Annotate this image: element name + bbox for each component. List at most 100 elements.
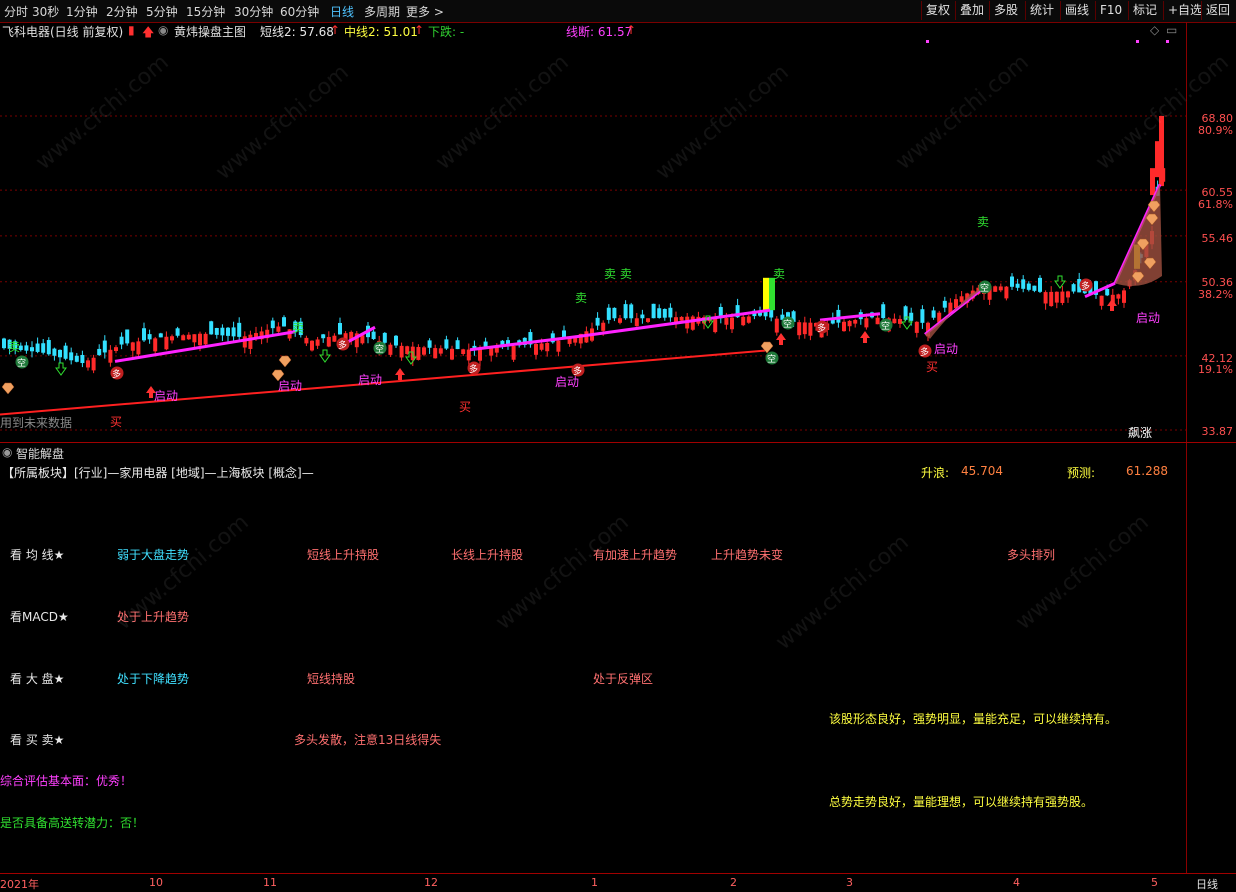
candle-body: [853, 320, 858, 324]
candle-body: [63, 345, 68, 359]
back-button[interactable]: 返回: [1201, 1, 1234, 20]
candle-body: [186, 334, 191, 340]
candle-body: [1159, 116, 1164, 187]
sell-signal-label: 卖 卖: [604, 267, 632, 281]
trade-signal: 多头发散，注意13日线得失: [294, 733, 442, 747]
buy-signal-label: 买: [926, 360, 938, 374]
candle-body: [931, 310, 936, 318]
candle-body: [270, 320, 275, 329]
ma-signal: 多头排列: [1007, 548, 1056, 562]
multi-stock-button[interactable]: 多股: [989, 1, 1022, 20]
trend-band: [1115, 184, 1162, 287]
candle-body: [450, 348, 454, 360]
stock-title[interactable]: 飞科电器(日线 前复权): [2, 23, 123, 40]
mid-line-up-icon: ↑: [414, 23, 425, 37]
f10-button[interactable]: F10: [1095, 1, 1126, 20]
candle-body: [1060, 291, 1065, 303]
candle-body: [1021, 279, 1026, 289]
row-label-macd: 看MACD★: [10, 610, 69, 624]
candle-body: [1032, 285, 1037, 291]
candle-body: [130, 342, 135, 351]
price-tick: 33.87: [1201, 425, 1234, 438]
panel-toggle-icon[interactable]: ◉: [2, 445, 12, 459]
restore-rights-button[interactable]: 复权: [921, 1, 954, 20]
mark-button[interactable]: 标记: [1128, 1, 1161, 20]
gem-icon: [1, 382, 15, 395]
sell-signal-label: 卖: [8, 340, 20, 354]
candle-body: [388, 344, 393, 355]
overlay-button[interactable]: 叠加: [955, 1, 988, 20]
bull-badge-text: 多: [573, 365, 582, 377]
sell-signal-label: 卖: [773, 267, 785, 281]
candle-body: [231, 327, 236, 337]
candle-body: [438, 348, 443, 354]
period-tab-60min[interactable]: 60分钟: [280, 3, 319, 20]
indicator-toggle-icon[interactable]: ◉: [158, 23, 168, 37]
period-tab-multi[interactable]: 多周期: [364, 3, 400, 20]
launch-signal-label: 启动: [154, 389, 178, 403]
bull-badge-text: 多: [112, 368, 121, 380]
candle-body: [86, 360, 90, 368]
candle-body: [1004, 286, 1009, 299]
candle-body: [455, 340, 460, 350]
candle-body: [422, 347, 426, 355]
period-tab-more[interactable]: 更多 >: [406, 3, 444, 20]
marker-dot: [926, 40, 929, 43]
sell-signal-label: 卖: [977, 215, 989, 229]
candle-body: [52, 348, 57, 356]
candle-body: [898, 319, 902, 324]
candle-body: [181, 335, 186, 341]
period-tab-30min[interactable]: 30分钟: [234, 3, 273, 20]
line-break-value: 线断: 61.57: [566, 25, 633, 39]
period-indicator: 日线: [1196, 878, 1218, 891]
candle-body: [158, 333, 163, 338]
candle-body: [1099, 295, 1104, 306]
candle-body: [382, 332, 387, 343]
period-tab-2min[interactable]: 2分钟: [106, 3, 138, 20]
add-watchlist-button[interactable]: +自选: [1163, 1, 1206, 20]
candle-body: [242, 336, 247, 348]
date-tick: 11: [263, 876, 277, 889]
candle-body: [959, 296, 964, 302]
candle-body: [108, 349, 113, 363]
expand-icon[interactable]: ▭: [1166, 23, 1177, 37]
short-line-up-icon: ↑: [330, 23, 341, 37]
chart-header: 飞科电器(日线 前复权) ▮ 🡅 ◉ 黄炜操盘主图 短线2: 57.68 ↑ 中…: [0, 22, 1186, 40]
ma-signal: 短线上升持股: [307, 548, 380, 562]
candle-body: [601, 322, 606, 331]
bonus-potential: 是否具备高送转潜力：否！: [0, 816, 145, 830]
period-tab-minute[interactable]: 分时: [4, 3, 28, 20]
candle-body: [1116, 294, 1121, 299]
up-arrow-icon: [395, 368, 405, 380]
launch-signal-label: 启动: [934, 342, 958, 356]
candle-body: [724, 317, 729, 325]
statistics-button[interactable]: 统计: [1025, 1, 1058, 20]
diamond-icon[interactable]: ◇: [1150, 23, 1159, 37]
kline-chart[interactable]: 卖卖卖卖卖卖 卖买买买启动启动 启动 启动启动启动用到未来数据飙涨空空空 空空空多多多…: [0, 40, 1186, 442]
candle-body: [679, 316, 684, 321]
period-tab-15min[interactable]: 15分钟: [186, 3, 225, 20]
candle-body: [909, 312, 914, 321]
candle-body: [198, 333, 202, 346]
indicator-settings-icon[interactable]: ▮: [128, 23, 135, 37]
period-tab-1min[interactable]: 1分钟: [66, 3, 98, 20]
period-tab-5min[interactable]: 5分钟: [146, 3, 178, 20]
candle-body: [478, 349, 482, 361]
predict-value: 61.288: [1126, 464, 1168, 478]
period-tab-30s[interactable]: 30秒: [32, 3, 59, 20]
candle-body: [24, 345, 29, 351]
candle-body: [539, 343, 544, 350]
candle-body: [746, 316, 751, 323]
candle-body: [142, 328, 146, 341]
candle-body: [914, 321, 919, 333]
period-tab-daily[interactable]: 日线: [330, 3, 354, 20]
draw-line-button[interactable]: 画线: [1060, 1, 1093, 20]
candle-body: [662, 308, 667, 318]
buy-signal-label: 买: [110, 415, 122, 429]
surge-label: 飙涨: [1128, 425, 1152, 440]
candle-body: [416, 347, 421, 360]
future-data-note: 用到未来数据: [0, 415, 72, 430]
candle-body: [226, 327, 230, 336]
indicator-name[interactable]: 黄炜操盘主图: [174, 23, 246, 40]
candle-body: [69, 352, 74, 361]
